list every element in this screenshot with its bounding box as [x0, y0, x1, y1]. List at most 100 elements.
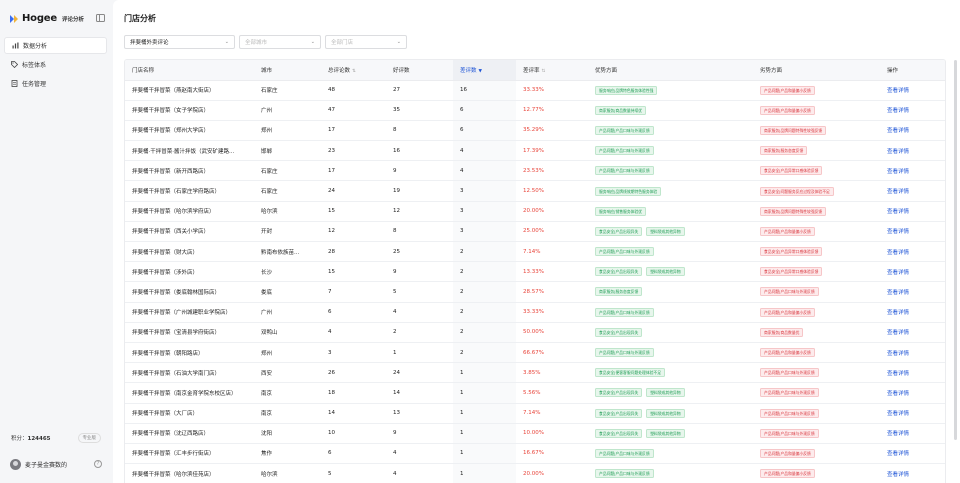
table-row: 拌斐桶干拌冒菜（石家庄学府路店） 石家庄 24 19 3 12.50% 服务响应|品牌线效期…	[125, 180, 945, 202]
table-scrollbar[interactable]	[954, 60, 957, 440]
con-tag[interactable]: 商家服务|品牌问题特殊性较强反馈	[760, 206, 827, 216]
pro-tag[interactable]: 食品安全|产品出现异失	[595, 226, 643, 236]
view-details-link[interactable]: 查看详情	[887, 88, 909, 94]
sort-icon[interactable]: ⇅	[352, 69, 356, 74]
pro-tag[interactable]: 商家服务|商品数量持续优	[595, 105, 647, 115]
pro-tag[interactable]: 食品安全|产品出现异失	[595, 267, 643, 277]
pros-cell: 食品安全|产品出现异失 塑料袋成其他异物	[588, 403, 753, 424]
sidebar-item-tag-system[interactable]: 标签体系	[4, 56, 107, 73]
col-bad-reviews[interactable]: 差评数 ▼	[453, 60, 516, 81]
bad-rate-cell: 23.53%	[516, 160, 588, 182]
con-tag[interactable]: 产品问题|产品口味与外观反馈	[760, 388, 819, 398]
pro-tag[interactable]: 塑料袋成其他异物	[646, 408, 685, 418]
view-details-link[interactable]: 查看详情	[887, 270, 909, 276]
con-tag[interactable]: 商家服务|商品数量优	[760, 327, 804, 337]
user-profile[interactable]: 麦子曼金赛数的 ?	[6, 456, 106, 472]
con-tag[interactable]: 食品安全|产品异常口感体验反馈	[760, 166, 823, 176]
pro-tag[interactable]: 产品问题|产品口味与外观反馈	[595, 247, 654, 257]
con-tag[interactable]: 产品问题|产品和量偏小反馈	[760, 307, 815, 317]
pro-tag[interactable]: 食品安全|产品出现异失	[595, 388, 643, 398]
pro-tag[interactable]: 塑料袋成其他异物	[646, 226, 685, 236]
sidebar-collapse-icon[interactable]	[96, 14, 105, 22]
view-details-link[interactable]: 查看详情	[887, 149, 909, 155]
view-details-link[interactable]: 查看详情	[887, 229, 909, 235]
city-cell: 双鸭山	[254, 322, 321, 343]
pro-tag[interactable]: 食品安全|便客客服问题处理体验不足	[595, 368, 666, 378]
con-tag[interactable]: 产品问题|产品和量偏小反馈	[760, 348, 815, 358]
con-tag[interactable]: 产品问题|产品口味与外观反馈	[760, 428, 819, 438]
actions-cell: 查看详情	[880, 443, 945, 465]
view-details-link[interactable]: 查看详情	[887, 451, 909, 457]
good-reviews-cell: 16	[386, 140, 453, 162]
platform-select[interactable]: 拌斐桶外卖评论 ⌄	[124, 35, 235, 49]
con-tag[interactable]: 产品问题|产品口味与外观反馈	[760, 287, 819, 297]
view-details-link[interactable]: 查看详情	[887, 371, 909, 377]
pro-tag[interactable]: 食品安全|产品出现异失	[595, 327, 643, 337]
view-details-link[interactable]: 查看详情	[887, 330, 909, 336]
good-reviews-cell: 12	[386, 201, 453, 222]
pro-tag[interactable]: 产品问题|产品口味与外观反馈	[595, 307, 654, 317]
con-tag[interactable]: 产品问题|产品和量偏小反馈	[760, 226, 815, 236]
pro-tag[interactable]: 塑料袋成其他异物	[646, 428, 685, 438]
col-bad-rate[interactable]: 差评率 ⇅	[516, 60, 588, 81]
view-details-link[interactable]: 查看详情	[887, 290, 909, 296]
view-details-link[interactable]: 查看详情	[887, 209, 909, 215]
pro-tag[interactable]: 产品问题|产品口味与外观反馈	[595, 125, 654, 135]
bad-rate-cell: 66.67%	[516, 342, 588, 364]
con-tag[interactable]: 食品安全|问题服务反应过程及体验不足	[760, 186, 834, 196]
view-details-link[interactable]: 查看详情	[887, 128, 909, 134]
pro-tag[interactable]: 产品问题|产品口味与外观反馈	[595, 448, 654, 458]
pro-tag[interactable]: 服务响应|销售服务体验优	[595, 206, 647, 216]
pros-cell: 食品安全|产品出现异失 塑料袋成其他异物	[588, 423, 753, 444]
con-tag[interactable]: 产品问题|产品口味与外观反馈	[760, 368, 819, 378]
sidebar-item-task-management[interactable]: 任务管理	[4, 75, 107, 92]
sidebar-item-data-analysis[interactable]: 数据分析	[4, 37, 107, 54]
con-tag[interactable]: 商家服务|服务态度反馈	[760, 146, 808, 156]
pro-tag[interactable]: 服务响应|品牌线效期特色服务体验	[595, 186, 662, 196]
store-name-cell: 拌斐桶干拌冒菜（娄底翰林国际店）	[125, 281, 254, 303]
con-tag[interactable]: 产品问题|产品和量偏小反馈	[760, 85, 815, 95]
help-icon[interactable]: ?	[94, 460, 102, 468]
con-tag[interactable]: 产品问题|产品和量偏小反馈	[760, 469, 815, 479]
con-tag[interactable]: 产品问题|产品口味与外观反馈	[760, 408, 819, 418]
view-details-link[interactable]: 查看详情	[887, 472, 909, 478]
con-tag[interactable]: 商家服务|品牌问题特殊性较强反馈	[760, 125, 827, 135]
pro-tag[interactable]: 塑料袋成其他异物	[646, 267, 685, 277]
con-tag[interactable]: 食品安全|产品异常口感体验反馈	[760, 267, 823, 277]
sort-icon[interactable]: ⇅	[542, 69, 546, 74]
pro-tag[interactable]: 塑料袋成其他异物	[646, 388, 685, 398]
pro-tag[interactable]: 服务响应|品牌特色服务体验性强	[595, 85, 658, 95]
con-tag[interactable]: 产品问题|产品和量偏小反馈	[760, 448, 815, 458]
hogee-logo-icon	[10, 14, 18, 23]
city-select[interactable]: 全部城市 ⌄	[239, 35, 321, 49]
col-total-reviews[interactable]: 总评论数 ⇅	[321, 60, 386, 81]
table-row: 拌斐桶干拌冒菜（朝阳路店） 郑州 3 1 2 66.67% 产品问题|产品口味与外观反馈 产品…	[125, 342, 945, 364]
brand[interactable]: Hogee 评论分析	[9, 13, 84, 24]
con-tag[interactable]: 食品安全|产品异常口感体验反馈	[760, 247, 823, 257]
view-details-link[interactable]: 查看详情	[887, 411, 909, 417]
pro-tag[interactable]: 产品问题|产品口味与外观反馈	[595, 166, 654, 176]
view-details-link[interactable]: 查看详情	[887, 391, 909, 397]
view-details-link[interactable]: 查看详情	[887, 169, 909, 175]
store-select[interactable]: 全部门店 ⌄	[325, 35, 407, 49]
cons-cell: 商家服务|商品数量优	[753, 322, 880, 343]
good-reviews-cell: 35	[386, 100, 453, 121]
pro-tag[interactable]: 产品问题|产品口味与外观反馈	[595, 348, 654, 358]
view-details-link[interactable]: 查看详情	[887, 108, 909, 114]
pro-tag[interactable]: 食品安全|产品出现异失	[595, 428, 643, 438]
view-details-link[interactable]: 查看详情	[887, 310, 909, 316]
sort-desc-icon[interactable]: ▼	[479, 69, 482, 74]
table-row: 拌斐桶干拌冒菜（娄底翰林国际店） 娄底 7 5 2 28.57% 商家服务|服务态度反馈 产品…	[125, 281, 945, 303]
pro-tag[interactable]: 产品问题|产品口味与外观反馈	[595, 469, 654, 479]
view-details-link[interactable]: 查看详情	[887, 351, 909, 357]
view-details-link[interactable]: 查看详情	[887, 189, 909, 195]
pro-tag[interactable]: 商家服务|服务态度反馈	[595, 287, 643, 297]
pro-tag[interactable]: 食品安全|产品出现异失	[595, 408, 643, 418]
view-details-link[interactable]: 查看详情	[887, 250, 909, 256]
con-tag[interactable]: 产品问题|产品和量偏小反馈	[760, 105, 815, 115]
pros-cell: 产品问题|产品口味与外观反馈	[588, 463, 753, 483]
pros-cell: 服务响应|品牌线效期特色服务体验	[588, 180, 753, 202]
view-details-link[interactable]: 查看详情	[887, 431, 909, 437]
pro-tag[interactable]: 产品问题|产品口味与外观反馈	[595, 146, 654, 156]
plan-badge[interactable]: 专业版	[77, 432, 101, 443]
